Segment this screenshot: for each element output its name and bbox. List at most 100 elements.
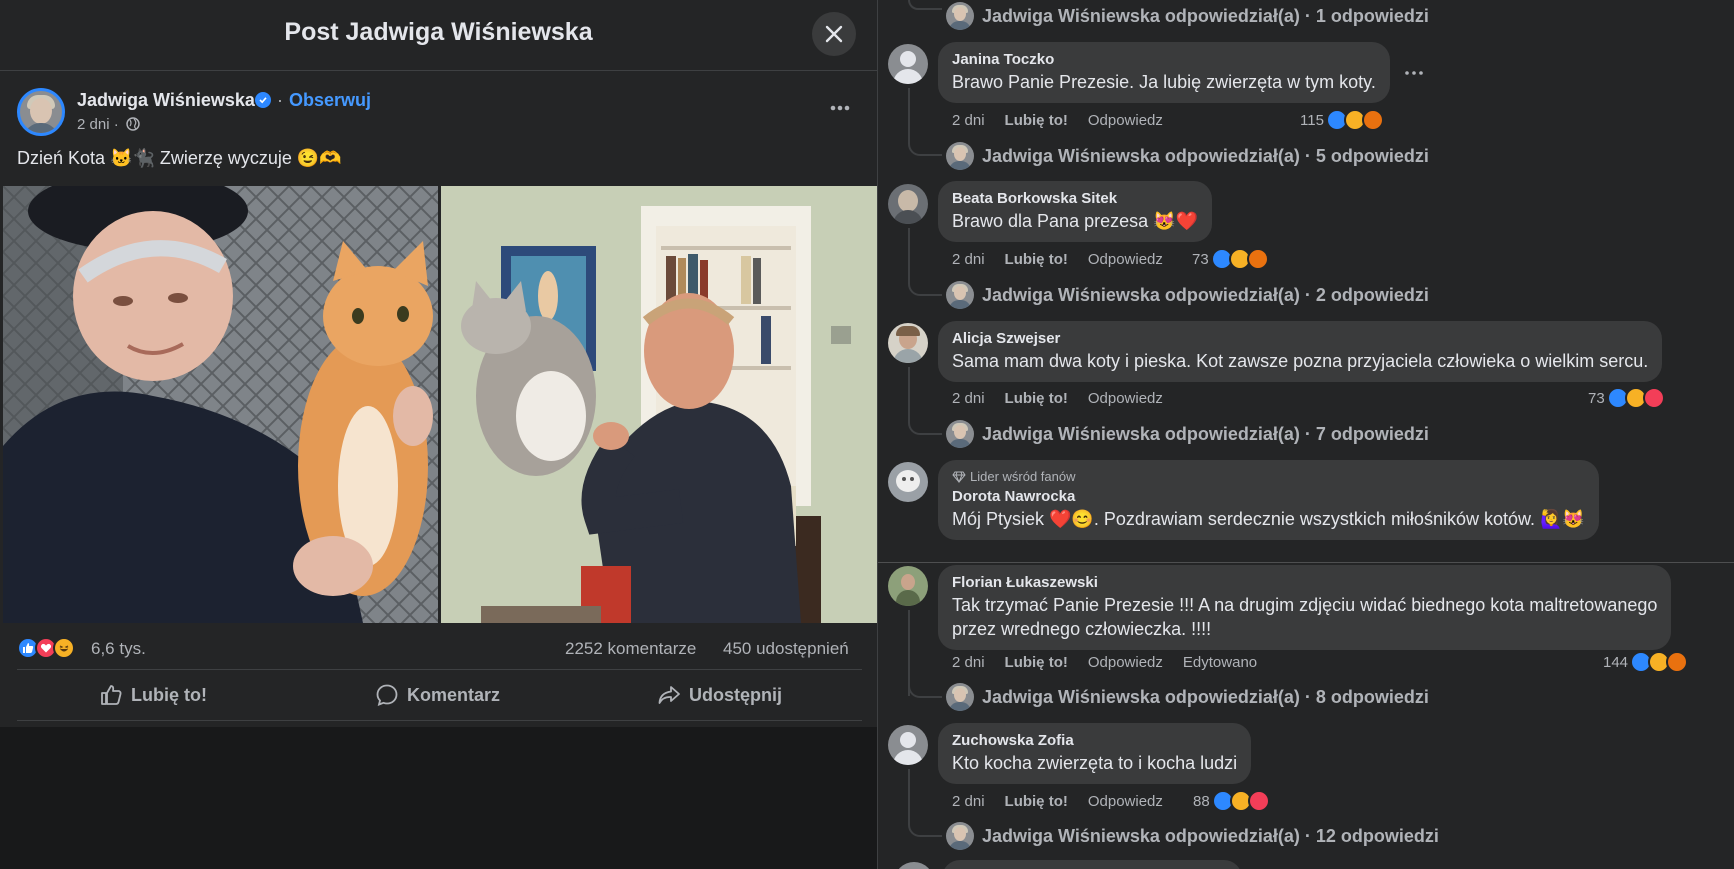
comment-reactions[interactable]: 115 — [1300, 109, 1384, 131]
thread-connector — [908, 88, 910, 140]
thread-connector — [908, 680, 942, 698]
comments-count-link[interactable]: 2252 komentarze — [565, 639, 696, 659]
share-button[interactable]: Udostępnij — [657, 670, 782, 720]
comment-reply-button[interactable]: Odpowiedz — [1088, 112, 1163, 129]
comment-meta: 2 dni Lubię to! Odpowiedz — [952, 112, 1163, 129]
replies-text: Jadwiga Wiśniewska odpowiedział(a) · 2 o… — [982, 284, 1429, 305]
avatar[interactable] — [888, 44, 928, 84]
comment-reply-button[interactable]: Odpowiedz — [1088, 654, 1163, 671]
comment-time[interactable]: 2 dni — [952, 251, 985, 268]
view-replies-link[interactable]: Jadwiga Wiśniewska odpowiedział(a) · 2 o… — [946, 281, 1429, 309]
close-button[interactable] — [812, 12, 856, 56]
comment-reaction-count: 115 — [1300, 111, 1324, 129]
author-name-link[interactable]: Jadwiga Wiśniewska — [77, 90, 255, 111]
view-replies-link[interactable]: Jadwiga Wiśniewska odpowiedział(a) · 8 o… — [946, 683, 1429, 711]
share-button-label: Udostępnij — [689, 684, 782, 705]
comment-like-button[interactable]: Lubię to! — [1005, 654, 1068, 671]
commenter-name[interactable]: Zuchowska Zofia — [952, 732, 1237, 749]
replies-text: Jadwiga Wiśniewska odpowiedział(a) · 5 o… — [982, 145, 1429, 166]
avatar[interactable] — [888, 323, 928, 363]
commenter-name[interactable]: Florian Łukaszewski — [952, 574, 1657, 591]
comment-bubble-icon — [376, 684, 398, 706]
comment-reaction-count: 88 — [1193, 792, 1210, 810]
comment-time[interactable]: 2 dni — [952, 390, 985, 407]
photo-man-with-orange-cat — [3, 186, 438, 623]
post-text: Dzień Kota 🐱🐈‍⬛ Zwierzę wyczuje 😉🫶 — [17, 148, 342, 168]
avatar[interactable] — [888, 462, 928, 502]
diamond-icon — [952, 471, 966, 483]
post-photo-right[interactable] — [441, 186, 877, 623]
comment-reactions[interactable]: 73 — [1588, 387, 1665, 409]
commenter-name[interactable]: Beata Borkowska Sitek — [952, 190, 1198, 207]
view-replies-link[interactable]: Jadwiga Wiśniewska odpowiedział(a) · 5 o… — [946, 142, 1429, 170]
comment-bubble: Beata Borkowska Sitek Brawo dla Pana pre… — [938, 181, 1212, 242]
angry-reaction-icon — [1361, 109, 1384, 131]
comment-time[interactable]: 2 dni — [952, 654, 985, 671]
angry-reaction-icon — [1246, 248, 1269, 270]
replies-text: Jadwiga Wiśniewska odpowiedział(a) · 1 o… — [982, 5, 1429, 26]
comment-meta: 2 dni Lubię to! Odpowiedz Edytowano — [952, 654, 1257, 671]
avatar[interactable] — [894, 862, 934, 869]
replies-text: Jadwiga Wiśniewska odpowiedział(a) · 8 o… — [982, 686, 1429, 707]
comment-like-button[interactable]: Lubię to! — [1005, 251, 1068, 268]
author-avatar[interactable] — [17, 88, 65, 136]
haha-reaction-icon — [53, 637, 75, 659]
commenter-name[interactable]: Dorota Nawrocka — [952, 488, 1585, 505]
post-dialog: Post Jadwiga Wiśniewska Jadwiga Wiśniews… — [0, 0, 877, 869]
comment-text-line-1: Tak trzymać Panie Prezesie !!! A na drug… — [952, 595, 1658, 615]
comment-reactions[interactable]: 73 — [1192, 248, 1269, 270]
divider — [878, 562, 1734, 563]
avatar — [946, 142, 974, 170]
shares-count-link[interactable]: 450 udostępnień — [723, 639, 849, 659]
comment-like-button[interactable]: Lubię to! — [1005, 112, 1068, 129]
thread-connector — [908, 769, 910, 821]
thumbs-up-icon — [101, 685, 122, 705]
comment-reply-button[interactable]: Odpowiedz — [1088, 251, 1163, 268]
comment-meta: 2 dni Lubię to! Odpowiedz — [952, 251, 1163, 268]
post-timestamp[interactable]: 2 dni · — [77, 116, 119, 133]
more-options-icon[interactable] — [828, 96, 852, 120]
thread-connector — [908, 278, 942, 296]
comment-like-button[interactable]: Lubię to! — [1005, 390, 1068, 407]
comment-reactions[interactable]: 88 — [1193, 790, 1270, 812]
globe-icon — [126, 117, 140, 131]
comment-time[interactable]: 2 dni — [952, 112, 985, 129]
commenter-name[interactable]: Alicja Szwejser — [952, 330, 1648, 347]
avatar[interactable] — [888, 725, 928, 765]
avatar — [946, 822, 974, 850]
view-replies-link[interactable]: Jadwiga Wiśniewska odpowiedział(a) · 12 … — [946, 822, 1439, 850]
post-photo-left[interactable] — [3, 186, 438, 623]
comment-reaction-count: 73 — [1192, 250, 1209, 268]
comment-time[interactable]: 2 dni — [952, 793, 985, 810]
view-replies-link[interactable]: Jadwiga Wiśniewska odpowiedział(a) · 1 o… — [946, 2, 1429, 30]
comment-text: Brawo Panie Prezesie. Ja lubię zwierzęta… — [952, 72, 1376, 92]
comment-reply-button[interactable]: Odpowiedz — [1088, 390, 1163, 407]
follow-button[interactable]: Obserwuj — [289, 90, 371, 111]
fan-badge-label: Lider wśród fanów — [970, 469, 1076, 484]
view-replies-link[interactable]: Jadwiga Wiśniewska odpowiedział(a) · 7 o… — [946, 420, 1429, 448]
edited-label: Edytowano — [1182, 654, 1258, 671]
comment-reactions[interactable]: 144 — [1603, 651, 1689, 673]
like-button[interactable]: Lubię to! — [99, 670, 207, 720]
commenter-name[interactable]: Janina Toczko — [952, 51, 1376, 68]
comment-reply-button[interactable]: Odpowiedz — [1088, 793, 1163, 810]
thread-connector — [908, 138, 942, 156]
post-dialog-header: Post Jadwiga Wiśniewska — [0, 0, 877, 71]
replies-text: Jadwiga Wiśniewska odpowiedział(a) · 7 o… — [982, 423, 1429, 444]
comment-text: Sama mam dwa koty i pieska. Kot zawsze p… — [952, 351, 1649, 371]
share-arrow-icon — [658, 686, 680, 704]
comment-button[interactable]: Komentarz — [375, 670, 500, 720]
avatar[interactable] — [888, 566, 928, 606]
comment-reaction-count: 73 — [1588, 389, 1605, 407]
post-action-bar: Lubię to! Komentarz Udostępnij — [17, 669, 862, 721]
comment-bubble: Janina Toczko Brawo Panie Prezesie. Ja l… — [938, 42, 1390, 103]
comment-bubble: Alicja Szwejser Sama mam dwa koty i pies… — [938, 321, 1663, 382]
comment-reaction-count: 144 — [1603, 653, 1629, 671]
angry-reaction-icon — [1666, 651, 1689, 673]
avatar[interactable] — [888, 184, 928, 224]
reaction-summary[interactable]: 6,6 tys. 2252 komentarze 450 udostępnień — [17, 636, 862, 662]
more-options-icon[interactable] — [1404, 68, 1424, 78]
reaction-count[interactable]: 6,6 tys. — [91, 639, 146, 659]
comment-like-button[interactable]: Lubię to! — [1005, 793, 1068, 810]
love-reaction-icon — [1247, 790, 1270, 812]
